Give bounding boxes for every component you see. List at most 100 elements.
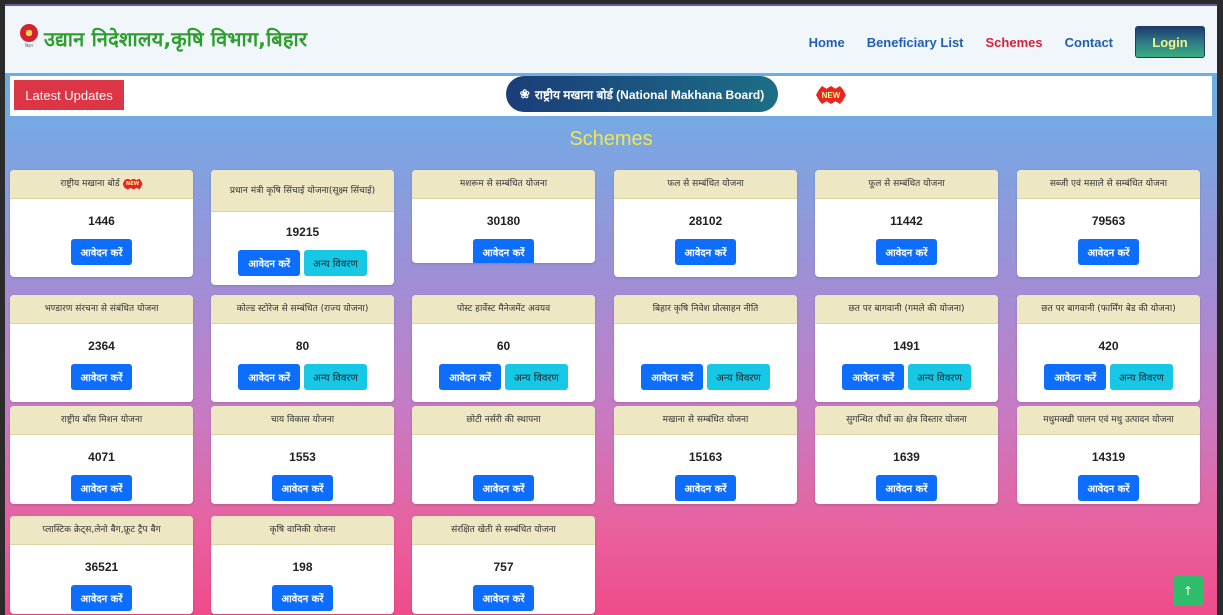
apply-button[interactable]: आवेदन करें: [238, 364, 301, 390]
scroll-to-top-button[interactable]: ↑: [1173, 576, 1203, 606]
scheme-title: कोल्ड स्टोरेज से सम्बंधित (राज्य योजना): [211, 295, 394, 324]
scheme-name: राष्ट्रीय मखाना बोर्ड: [60, 179, 120, 189]
apply-button[interactable]: आवेदन करें: [70, 585, 133, 611]
scheme-count: 4071: [88, 450, 115, 464]
apply-button[interactable]: आवेदन करें: [439, 364, 502, 390]
page-title: Schemes: [569, 128, 653, 150]
scheme-name: कोल्ड स्टोरेज से सम्बंधित (राज्य योजना): [236, 304, 369, 314]
scheme-card: कृषि वानिकी योजना 198 आवेदन करें: [211, 516, 394, 614]
apply-button[interactable]: आवेदन करें: [674, 475, 737, 501]
apply-button[interactable]: आवेदन करें: [641, 364, 704, 390]
scheme-count: 11442: [890, 214, 923, 228]
apply-button[interactable]: आवेदन करें: [875, 239, 938, 265]
scheme-count: 15163: [688, 450, 723, 464]
apply-button[interactable]: आवेदन करें: [70, 364, 133, 390]
scheme-title: छोटी नर्सरी की स्थापना: [412, 406, 595, 435]
login-button[interactable]: Login: [1135, 26, 1205, 58]
apply-button[interactable]: आवेदन करें: [1077, 475, 1140, 501]
nav-contact[interactable]: Contact: [1065, 35, 1113, 50]
scheme-name: मशरूम से सम्बंधित योजना: [459, 179, 548, 189]
header: बिहार उद्यान निदेशालय,कृषि विभाग,बिहार H…: [5, 4, 1217, 73]
brand[interactable]: बिहार उद्यान निदेशालय,कृषि विभाग,बिहार: [17, 24, 307, 52]
apply-button[interactable]: आवेदन करें: [70, 475, 133, 501]
apply-button[interactable]: आवेदन करें: [472, 475, 535, 501]
apply-button[interactable]: आवेदन करें: [1077, 239, 1140, 265]
update-ticker-link[interactable]: ❀ राष्ट्रीय मखाना बोर्ड (National Makhan…: [506, 76, 778, 112]
scheme-actions: आवेदन करें अन्य विवरण: [412, 364, 595, 390]
scheme-name: राष्ट्रीय बाँस मिशन योजना: [60, 415, 143, 425]
scheme-count: 28102: [688, 214, 723, 228]
site-title: उद्यान निदेशालय,कृषि विभाग,बिहार: [44, 26, 308, 51]
scheme-card: कोल्ड स्टोरेज से सम्बंधित (राज्य योजना) 8…: [211, 295, 394, 402]
apply-button[interactable]: आवेदन करें: [70, 239, 133, 265]
apply-button[interactable]: आवेदन करें: [472, 585, 535, 611]
bihar-emblem-icon: बिहार: [17, 24, 41, 52]
scheme-name: मखाना से सम्बंधित योजना: [662, 415, 749, 425]
nav-home[interactable]: Home: [809, 35, 845, 50]
scheme-card: बिहार कृषि निवेश प्रोत्साहन नीति आवेदन कर…: [614, 295, 797, 402]
latest-updates-bar: Latest Updates ❀ राष्ट्रीय मखाना बोर्ड (…: [10, 76, 1212, 116]
scheme-actions: आवेदन करें: [614, 239, 797, 265]
scheme-name: छोटी नर्सरी की स्थापना: [466, 415, 541, 425]
apply-button[interactable]: आवेदन करें: [271, 585, 334, 611]
latest-updates-label: Latest Updates: [14, 80, 124, 110]
more-details-button[interactable]: अन्य विवरण: [505, 364, 568, 390]
scheme-title: बिहार कृषि निवेश प्रोत्साहन नीति: [614, 295, 797, 324]
nav-schemes[interactable]: Schemes: [986, 35, 1043, 50]
apply-button[interactable]: आवेदन करें: [1044, 364, 1107, 390]
scheme-actions: आवेदन करें: [211, 475, 394, 501]
ticker-text: राष्ट्रीय मखाना बोर्ड (National Makhana …: [534, 87, 765, 102]
scheme-actions: आवेदन करें: [1017, 475, 1200, 501]
scheme-name: चाय विकास योजना: [270, 415, 335, 425]
scheme-name: प्लास्टिक क्रेट्स,लेनो बैग,फ्रूट ट्रैप ब…: [42, 525, 161, 535]
scheme-actions: आवेदन करें: [10, 364, 193, 390]
scheme-name: फूल से सम्बंधित योजना: [868, 179, 945, 189]
scheme-actions: आवेदन करें: [815, 475, 998, 501]
scheme-count: 1639: [893, 450, 920, 464]
apply-button[interactable]: आवेदन करें: [472, 239, 535, 263]
more-details-button[interactable]: अन्य विवरण: [304, 250, 367, 276]
more-details-button[interactable]: अन्य विवरण: [1110, 364, 1173, 390]
scheme-count: 1491: [893, 339, 920, 353]
scheme-count: 2364: [88, 339, 115, 353]
scheme-card: छत पर बागवानी (फार्मिंग बेड की योजना) 420…: [1017, 295, 1200, 402]
scheme-card: मखाना से सम्बंधित योजना 15163 आवेदन करें: [614, 406, 797, 504]
scheme-card: भण्डारण संरचना से संबंधित योजना 2364 आवेदन…: [10, 295, 193, 402]
scheme-title: प्लास्टिक क्रेट्स,लेनो बैग,फ्रूट ट्रैप ब…: [10, 516, 193, 545]
scheme-title: सब्जी एवं मसाले से सम्बंधित योजना: [1017, 170, 1200, 199]
scheme-count: [614, 338, 797, 354]
scheme-title: भण्डारण संरचना से संबंधित योजना: [10, 295, 193, 324]
scheme-title: चाय विकास योजना: [211, 406, 394, 435]
scheme-title: कृषि वानिकी योजना: [211, 516, 394, 545]
more-details-button[interactable]: अन्य विवरण: [304, 364, 367, 390]
scheme-name: छत पर बागवानी (फार्मिंग बेड की योजना): [1041, 304, 1176, 314]
scheme-count: 19215: [285, 225, 320, 239]
scheme-title: प्रधान मंत्री कृषि सिंचाई योजना(सूक्ष्म …: [211, 170, 394, 212]
scheme-actions: आवेदन करें: [211, 585, 394, 611]
apply-button[interactable]: आवेदन करें: [238, 250, 301, 276]
new-badge-icon: NEW: [816, 86, 846, 104]
scheme-count: 60: [496, 339, 511, 353]
apply-button[interactable]: आवेदन करें: [674, 239, 737, 265]
nav-beneficiary-list[interactable]: Beneficiary List: [867, 35, 964, 50]
scheme-actions: आवेदन करें: [10, 585, 193, 611]
page-frame: बिहार उद्यान निदेशालय,कृषि विभाग,बिहार H…: [5, 4, 1217, 615]
more-details-button[interactable]: अन्य विवरण: [707, 364, 770, 390]
scheme-actions: आवेदन करें: [10, 475, 193, 501]
scheme-count: 14319: [1091, 450, 1126, 464]
scheme-actions: आवेदन करें: [1017, 239, 1200, 265]
scheme-actions: आवेदन करें अन्य विवरण: [1017, 364, 1200, 390]
apply-button[interactable]: आवेदन करें: [271, 475, 334, 501]
scheme-name: सब्जी एवं मसाले से सम्बंधित योजना: [1049, 179, 1168, 189]
more-details-button[interactable]: अन्य विवरण: [908, 364, 971, 390]
scheme-title: राष्ट्रीय मखाना बोर्ड NEW: [10, 170, 193, 199]
new-badge-icon: NEW: [122, 178, 143, 190]
apply-button[interactable]: आवेदन करें: [875, 475, 938, 501]
scheme-name: फल से सम्बंधित योजना: [667, 179, 744, 189]
scheme-name: प्रधान मंत्री कृषि सिंचाई योजना(सूक्ष्म …: [229, 185, 376, 196]
scheme-title: छत पर बागवानी (गमले की योजना): [815, 295, 998, 324]
apply-button[interactable]: आवेदन करें: [842, 364, 905, 390]
scheme-name: संरक्षित खेती से सम्बंधित योजना: [451, 525, 556, 535]
scheme-count: 1553: [289, 450, 316, 464]
scheme-count: 420: [1098, 339, 1119, 353]
